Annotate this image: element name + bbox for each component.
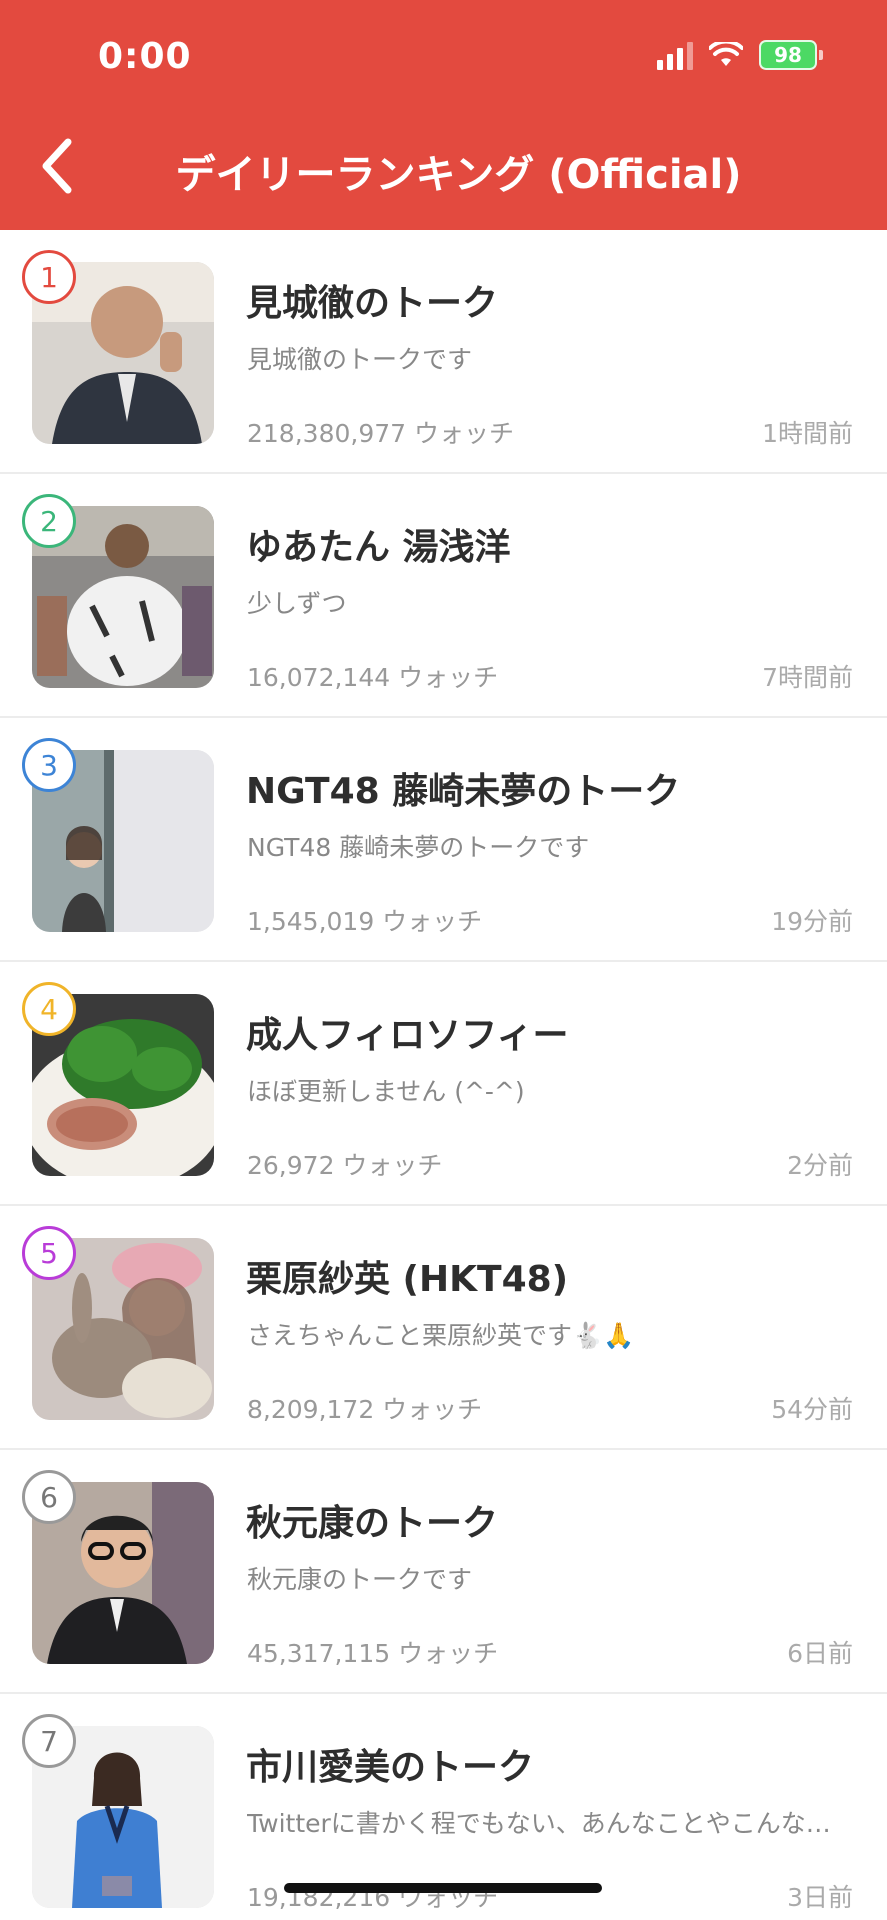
watch-count: 16,072,144 ウォッチ xyxy=(247,663,499,692)
ranking-list: 1 見城徹のトーク 見城徹のトークです 218,380,977 ウォッチ 1時間… xyxy=(0,230,887,1920)
ranking-row[interactable]: 2 ゆあたん 湯浅洋 少しずつ 16,072,144 ウォッチ 7時間前 xyxy=(0,474,887,718)
watch-count: 45,317,115 ウォッチ xyxy=(247,1639,499,1668)
ranking-row[interactable]: 1 見城徹のトーク 見城徹のトークです 218,380,977 ウォッチ 1時間… xyxy=(0,230,887,474)
talk-name: 秋元康のトーク xyxy=(246,1503,499,1544)
rank-badge: 4 xyxy=(22,982,76,1036)
rank-badge: 3 xyxy=(22,738,76,792)
status-time: 0:00 xyxy=(98,36,192,77)
updated-time: 2分前 xyxy=(787,1151,853,1180)
wifi-icon xyxy=(709,42,743,66)
rank-badge: 7 xyxy=(22,1714,76,1768)
watch-count: 8,209,172 ウォッチ xyxy=(247,1395,483,1424)
talk-description: NGT48 藤崎未夢のトークです xyxy=(247,833,590,862)
updated-time: 54分前 xyxy=(771,1395,853,1424)
rank-badge: 2 xyxy=(22,494,76,548)
ranking-row[interactable]: 5 栗原紗英 (HKT48) さえちゃんこと栗原紗英です🐇🙏 8,209,172… xyxy=(0,1206,887,1450)
updated-time: 7時間前 xyxy=(762,663,853,692)
updated-time: 3日前 xyxy=(787,1883,853,1912)
talk-name: NGT48 藤崎未夢のトーク xyxy=(246,771,681,812)
watch-count: 218,380,977 ウォッチ xyxy=(247,419,514,448)
talk-name: ゆあたん 湯浅洋 xyxy=(246,527,511,568)
talk-description: 秋元康のトークです xyxy=(247,1565,473,1594)
rank-badge: 6 xyxy=(22,1470,76,1524)
talk-description: Twitterに書かく程でもない、あんなことやこんな… xyxy=(247,1809,831,1838)
updated-time: 1時間前 xyxy=(762,419,853,448)
talk-description: ほぼ更新しません (^-^) xyxy=(247,1077,525,1106)
rank-badge: 1 xyxy=(22,250,76,304)
battery-icon: 98 xyxy=(759,40,823,70)
ranking-row[interactable]: 3 NGT48 藤崎未夢のトーク NGT48 藤崎未夢のトークです 1,545,… xyxy=(0,718,887,962)
status-indicators: 98 xyxy=(657,40,823,70)
talk-description: 少しずつ xyxy=(247,589,347,618)
talk-name: 市川愛美のトーク xyxy=(246,1747,535,1788)
talk-description: さえちゃんこと栗原紗英です🐇🙏 xyxy=(247,1321,635,1350)
ranking-row[interactable]: 6 秋元康のトーク 秋元康のトークです 45,317,115 ウォッチ 6日前 xyxy=(0,1450,887,1694)
updated-time: 19分前 xyxy=(771,907,853,936)
watch-count: 26,972 ウォッチ xyxy=(247,1151,443,1180)
rank-badge: 5 xyxy=(22,1226,76,1280)
talk-name: 成人フィロソフィー xyxy=(246,1015,569,1056)
updated-time: 6日前 xyxy=(787,1639,853,1668)
talk-name: 栗原紗英 (HKT48) xyxy=(246,1259,569,1300)
talk-description: 見城徹のトークです xyxy=(247,345,473,374)
app-header: 0:00 98 デイリーランキング (Official) xyxy=(0,0,887,230)
cellular-signal-icon xyxy=(657,40,693,70)
battery-level: 98 xyxy=(774,43,802,67)
talk-name: 見城徹のトーク xyxy=(246,283,499,324)
page-title: デイリーランキング (Official) xyxy=(175,152,742,198)
ranking-row[interactable]: 4 成人フィロソフィー ほぼ更新しません (^-^) 26,972 ウォッチ 2… xyxy=(0,962,887,1206)
home-indicator[interactable] xyxy=(284,1883,602,1893)
watch-count: 1,545,019 ウォッチ xyxy=(247,907,483,936)
